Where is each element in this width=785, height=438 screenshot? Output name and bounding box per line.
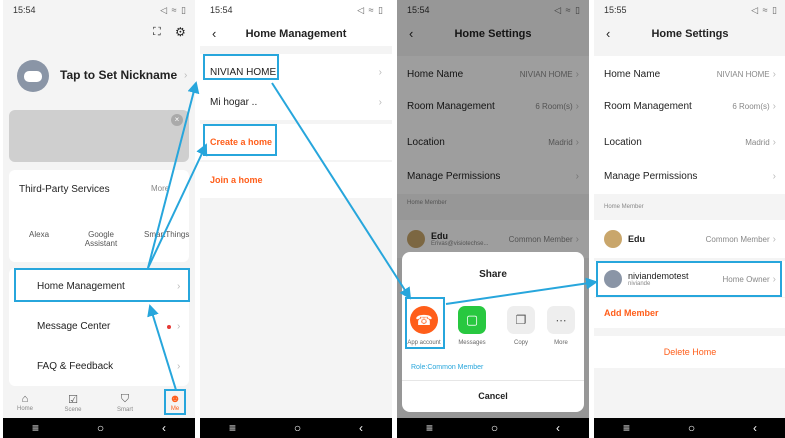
arrow-home-to-share <box>271 82 412 300</box>
arrow-me-to-home-management <box>147 304 177 391</box>
arrow-to-home-list <box>147 81 200 269</box>
tutorial-arrows <box>147 81 598 391</box>
arrow-to-create-home <box>147 143 208 269</box>
arrow-share-to-member <box>445 277 598 305</box>
